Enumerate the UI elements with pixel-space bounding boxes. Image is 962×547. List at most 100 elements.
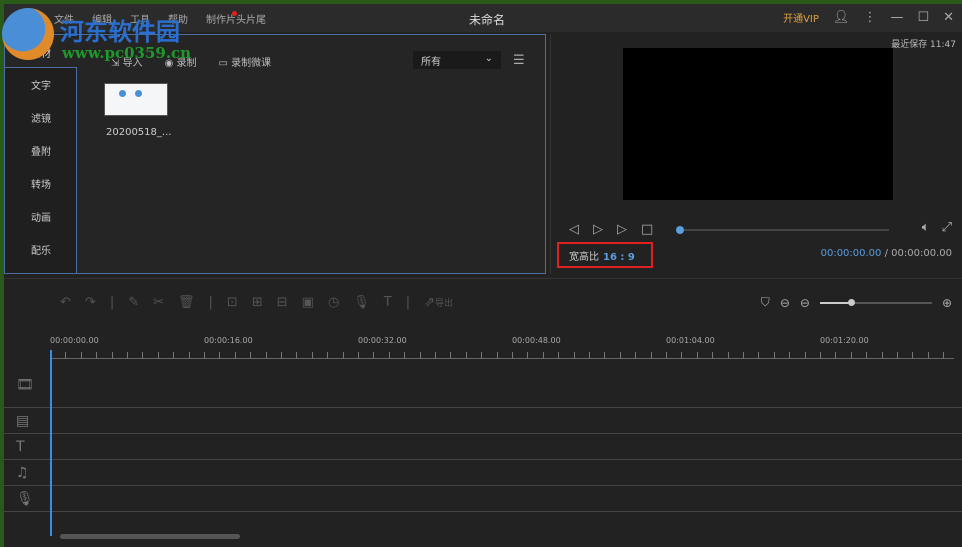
media-library: 素材 文字 滤镜 叠附 转场 动画 配乐 ⇲ 导入 ◉ 录制 ▭ 录制微课 所有… (4, 34, 546, 274)
ruler-tick (281, 352, 282, 358)
stop-icon[interactable]: □ (641, 222, 653, 237)
ruler-tick (696, 352, 698, 358)
zoom-knob[interactable] (847, 298, 855, 306)
media-name: 20200518_... (106, 127, 172, 138)
prev-frame-icon[interactable]: ◁ (569, 222, 579, 237)
playback-slider[interactable] (676, 226, 889, 234)
ruler-tick (619, 352, 621, 358)
playhead[interactable] (50, 350, 52, 536)
divider: | (109, 295, 115, 310)
ruler-tick (188, 352, 190, 358)
undo-icon[interactable]: ↶ (60, 295, 71, 310)
divider: | (405, 295, 411, 310)
mic-icon[interactable]: 🎙︎ (353, 295, 370, 310)
play-icon[interactable]: ▷ (593, 222, 603, 237)
ruler-tick (912, 352, 914, 358)
delete-icon[interactable]: 🗑︎ (178, 295, 195, 310)
minimize-icon[interactable]: — (890, 10, 903, 25)
close-icon[interactable]: ✕ (943, 10, 954, 25)
ruler-tick (927, 352, 929, 358)
overlay-track-icon: ▤ (16, 412, 30, 429)
zoom-frame-icon[interactable]: ⊞ (252, 295, 263, 310)
text-to-speech-icon[interactable]: T (384, 295, 392, 310)
thumb-dot (119, 90, 126, 97)
edit-icon[interactable]: ✎ (128, 295, 139, 310)
fullscreen-icon[interactable]: ⤢ (942, 220, 952, 235)
mosaic-icon[interactable]: ▣ (302, 295, 314, 310)
redo-icon[interactable]: ↷ (85, 295, 96, 310)
cut-icon[interactable]: ✂ (153, 295, 164, 310)
video-track-icon: 🎞︎ (16, 376, 34, 393)
tab-filter[interactable]: 滤镜 (5, 101, 76, 134)
zoom-out-icon[interactable]: ⊖ (800, 296, 810, 310)
time-display: 00:00:00.00 / 00:00:00.00 (821, 248, 952, 259)
filter-select[interactable]: 所有 ⌄ (413, 51, 501, 69)
music-track[interactable]: ♫ (4, 460, 962, 486)
ruler-tick (512, 352, 513, 358)
music-track-icon: ♫ (16, 464, 29, 481)
ruler-tick (558, 352, 560, 358)
ruler-tick (450, 352, 452, 358)
ruler-tick (342, 352, 344, 358)
volume-icon[interactable]: 🔈︎ (922, 220, 930, 235)
ruler-tick (373, 352, 375, 358)
record-course-label: 录制微课 (231, 58, 272, 69)
edit-toolbar: ↶ ↷ | ✎ ✂ 🗑︎ | ⊡ ⊞ ⊟ ▣ ◷ 🎙︎ T | ⇗导出 ⛉ ⊖ ⊖ ⊕ (4, 278, 962, 326)
ruler-tick (604, 352, 606, 358)
crop-icon[interactable]: ⊡ (227, 295, 238, 310)
ruler-tick (758, 352, 760, 358)
tick-label: 00:00:32.00 (358, 336, 407, 345)
media-thumbnail[interactable] (104, 83, 168, 116)
tab-text[interactable]: 文字 (5, 68, 76, 101)
ruler-tick (435, 352, 436, 358)
window-title: 未命名 (469, 13, 506, 27)
tab-transition[interactable]: 转场 (5, 167, 76, 200)
user-icon[interactable]: 👤︎ (833, 10, 850, 25)
preview-panel: 最近保存 11:47 ◁ ▷ ▷ □ 🔈︎ ⤢ 宽高比 16 : 9 00:00:0… (550, 34, 962, 274)
watermark-name: 河东软件园 (60, 17, 180, 46)
ruler-tick (111, 352, 113, 358)
video-track[interactable]: 🎞︎ (4, 362, 962, 408)
more-icon[interactable]: ⋮ (863, 10, 876, 25)
tab-overlay[interactable]: 叠附 (5, 134, 76, 167)
export-button[interactable]: ⇗导出 (424, 295, 453, 310)
text-track-icon: T (16, 438, 25, 455)
tab-animation[interactable]: 动画 (5, 200, 76, 233)
timeline-ruler[interactable]: 00:00:00.00 00:00:16.00 00:00:32.00 00:0… (50, 334, 954, 362)
ruler-tick (265, 352, 267, 358)
ruler-tick (204, 352, 205, 358)
list-view-icon[interactable]: ☰ (513, 53, 525, 68)
slider-knob[interactable] (676, 226, 684, 234)
aspect-ratio[interactable]: 宽高比 16 : 9 (557, 242, 653, 268)
ruler-tick (404, 352, 406, 358)
overlay-track[interactable]: ▤ (4, 408, 962, 434)
ruler-tick (142, 352, 144, 358)
time-separator: / (884, 248, 888, 259)
notification-dot (232, 11, 237, 16)
voice-track[interactable]: 🎙︎ (4, 486, 962, 512)
save-status: 最近保存 11:47 (891, 40, 956, 50)
ratio-value: 16 : 9 (603, 252, 635, 263)
ruler-tick (866, 352, 868, 358)
ruler-tick (835, 352, 837, 358)
screen-record-icon: ▭ (218, 58, 232, 69)
zoom-slider[interactable] (819, 298, 932, 306)
tick-label: 00:01:04.00 (666, 336, 715, 345)
speed-icon[interactable]: ◷ (328, 295, 339, 310)
ruler-tick (650, 352, 652, 358)
tab-music[interactable]: 配乐 (5, 233, 76, 266)
fit-icon[interactable]: ⊖ (780, 296, 790, 310)
ruler-tick (820, 352, 821, 358)
maximize-icon[interactable]: ☐ (917, 10, 929, 25)
zoom-in-icon[interactable]: ⊕ (942, 296, 952, 310)
split-icon[interactable]: ⊟ (277, 295, 288, 310)
tick-label: 00:00:00.00 (50, 336, 99, 345)
marker-icon[interactable]: ⛉ (761, 295, 770, 310)
record-course-button[interactable]: ▭ 录制微课 (218, 54, 271, 69)
horizontal-scrollbar[interactable] (60, 534, 240, 539)
vip-button[interactable]: 开通VIP (783, 10, 819, 25)
text-track[interactable]: T (4, 434, 962, 460)
zoom-fill (819, 301, 850, 304)
next-frame-icon[interactable]: ▷ (617, 222, 627, 237)
ruler-tick (327, 352, 329, 358)
